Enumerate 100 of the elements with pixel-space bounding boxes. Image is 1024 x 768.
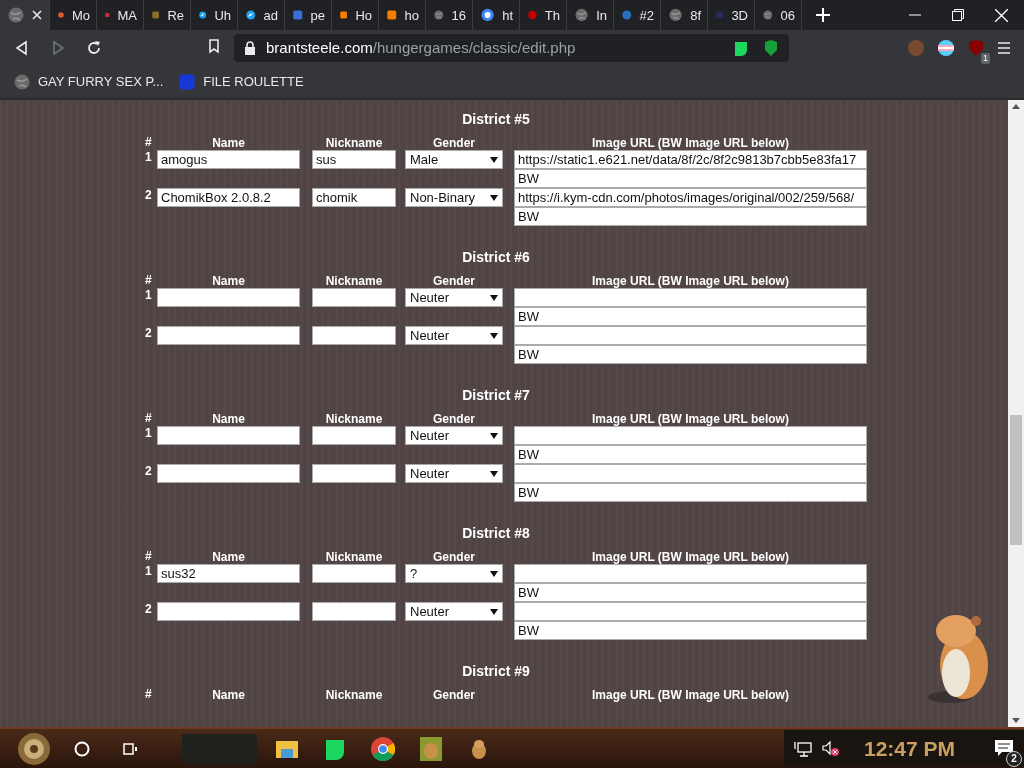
scrollbar[interactable] [1008, 100, 1024, 727]
bw-image-url-field[interactable]: BW [514, 207, 867, 226]
nickname-field[interactable] [312, 564, 396, 583]
restore-icon[interactable] [952, 9, 964, 21]
chrome-icon[interactable] [371, 736, 395, 761]
url-host: brantsteele.com [266, 39, 373, 56]
address-bar[interactable]: brantsteele.com/hungergames/classic/edit.php [234, 33, 789, 62]
scroll-down-icon[interactable] [1012, 718, 1020, 723]
gender-select[interactable]: Neuter [405, 326, 503, 345]
column-header: Image URL (BW Image URL below) [591, 136, 790, 150]
clock[interactable]: 12:47 PM [864, 736, 956, 761]
gear-icon[interactable] [16, 730, 52, 767]
forward-icon[interactable] [50, 39, 66, 56]
bw-image-url-field[interactable]: BW [514, 483, 867, 502]
gender-select[interactable]: Neuter [405, 288, 503, 307]
network-icon[interactable] [794, 740, 812, 757]
bw-image-url-field[interactable]: BW [514, 345, 867, 364]
globe-icon [575, 7, 589, 23]
circle-icon[interactable] [74, 740, 90, 757]
image-url-field[interactable] [514, 426, 867, 445]
column-header: Name [211, 136, 246, 150]
name-field[interactable] [157, 426, 300, 445]
name-field[interactable] [157, 326, 300, 345]
tribute-number: 2 [145, 603, 153, 618]
column-header: Nickname [324, 688, 384, 702]
image-url-field[interactable] [514, 288, 867, 307]
gender-select[interactable]: Neuter [405, 464, 503, 483]
bw-image-url-field[interactable]: BW [514, 307, 867, 326]
gender-select[interactable]: Male [405, 150, 503, 169]
column-header: Name [211, 688, 246, 702]
bw-image-url-field[interactable]: BW [514, 445, 867, 464]
caret-icon [490, 294, 498, 301]
nickname-field[interactable] [312, 426, 396, 445]
image-url-field[interactable]: https://i.kym-cdn.com/photos/images/original/002/259/568/ [514, 188, 867, 207]
caret-icon [490, 332, 498, 339]
menu-icon[interactable] [998, 40, 1010, 55]
nickname-field[interactable] [312, 326, 396, 345]
bookmark[interactable]: FILE ROULETTE [179, 73, 304, 90]
hamster-icon[interactable] [471, 738, 487, 759]
name-field[interactable]: sus32 [157, 564, 300, 583]
chat-bubble-icon[interactable] [324, 737, 346, 760]
globe-icon [8, 7, 24, 23]
name-field[interactable] [157, 464, 300, 483]
search-field[interactable] [182, 733, 257, 764]
image-url-field[interactable] [514, 464, 867, 483]
bookmark[interactable]: GAY FURRY SEX P... [14, 73, 164, 90]
google-icon [481, 7, 495, 23]
caret-icon [490, 156, 498, 163]
url-path: /hungergames/classic/edit.php [372, 39, 576, 56]
gender-select[interactable]: ? [405, 564, 503, 583]
tribute-number: 2 [145, 327, 153, 342]
column-header: Image URL (BW Image URL below) [591, 412, 790, 426]
column-header: # [145, 688, 153, 702]
task-view-icon[interactable] [122, 740, 138, 757]
gender-select[interactable]: Neuter [405, 602, 503, 621]
scroll-up-icon[interactable] [1012, 104, 1020, 109]
flag-icon[interactable] [938, 39, 954, 56]
column-header: Name [211, 550, 246, 564]
tribute-number: 1 [145, 427, 153, 442]
reload-icon[interactable] [86, 39, 102, 56]
scroll-thumb[interactable] [1010, 415, 1022, 545]
name-field[interactable]: amogus [157, 150, 300, 169]
chat-bubble-icon[interactable] [733, 39, 749, 56]
bookmark-icon[interactable] [206, 37, 222, 54]
folder-icon[interactable] [276, 738, 298, 759]
browser-tab[interactable] [0, 0, 50, 30]
column-header: # [145, 136, 153, 150]
nickname-field[interactable] [312, 602, 396, 621]
image-url-field[interactable]: https://static1.e621.net/data/8f/2c/8f2c9813b7cbb5e83fa17 [514, 150, 867, 169]
globe-icon [669, 7, 683, 23]
name-field[interactable]: ChomikBox 2.0.8.2 [157, 188, 300, 207]
tribute-number: 2 [145, 189, 153, 204]
column-header: Image URL (BW Image URL below) [591, 274, 790, 288]
caret-icon [490, 194, 498, 201]
name-field[interactable] [157, 602, 300, 621]
column-header: Nickname [324, 412, 384, 426]
column-header: Nickname [324, 136, 384, 150]
notification-count: 2 [1006, 750, 1022, 767]
image-url-field[interactable] [514, 326, 867, 345]
bw-image-url-field[interactable]: BW [514, 583, 867, 602]
district-title: District #7 [461, 386, 531, 404]
gender-select[interactable]: Non-Binary [405, 188, 503, 207]
new-tab-icon[interactable] [816, 8, 830, 22]
bw-image-url-field[interactable]: BW [514, 621, 867, 640]
district-title: District #5 [461, 110, 531, 128]
image-url-field[interactable] [514, 564, 867, 583]
shield-icon[interactable] [763, 39, 779, 56]
mute-icon[interactable] [822, 740, 840, 757]
nickname-field[interactable]: sus [312, 150, 396, 169]
nickname-field[interactable] [312, 288, 396, 307]
back-icon[interactable] [14, 39, 30, 56]
nickname-field[interactable]: chomik [312, 188, 396, 207]
nickname-field[interactable] [312, 464, 396, 483]
caret-icon [490, 570, 498, 577]
gender-select[interactable]: Neuter [405, 426, 503, 445]
name-field[interactable] [157, 288, 300, 307]
bw-image-url-field[interactable]: BW [514, 169, 867, 188]
image-url-field[interactable] [514, 602, 867, 621]
close-icon[interactable] [32, 10, 42, 20]
district-title: District #6 [461, 248, 531, 266]
